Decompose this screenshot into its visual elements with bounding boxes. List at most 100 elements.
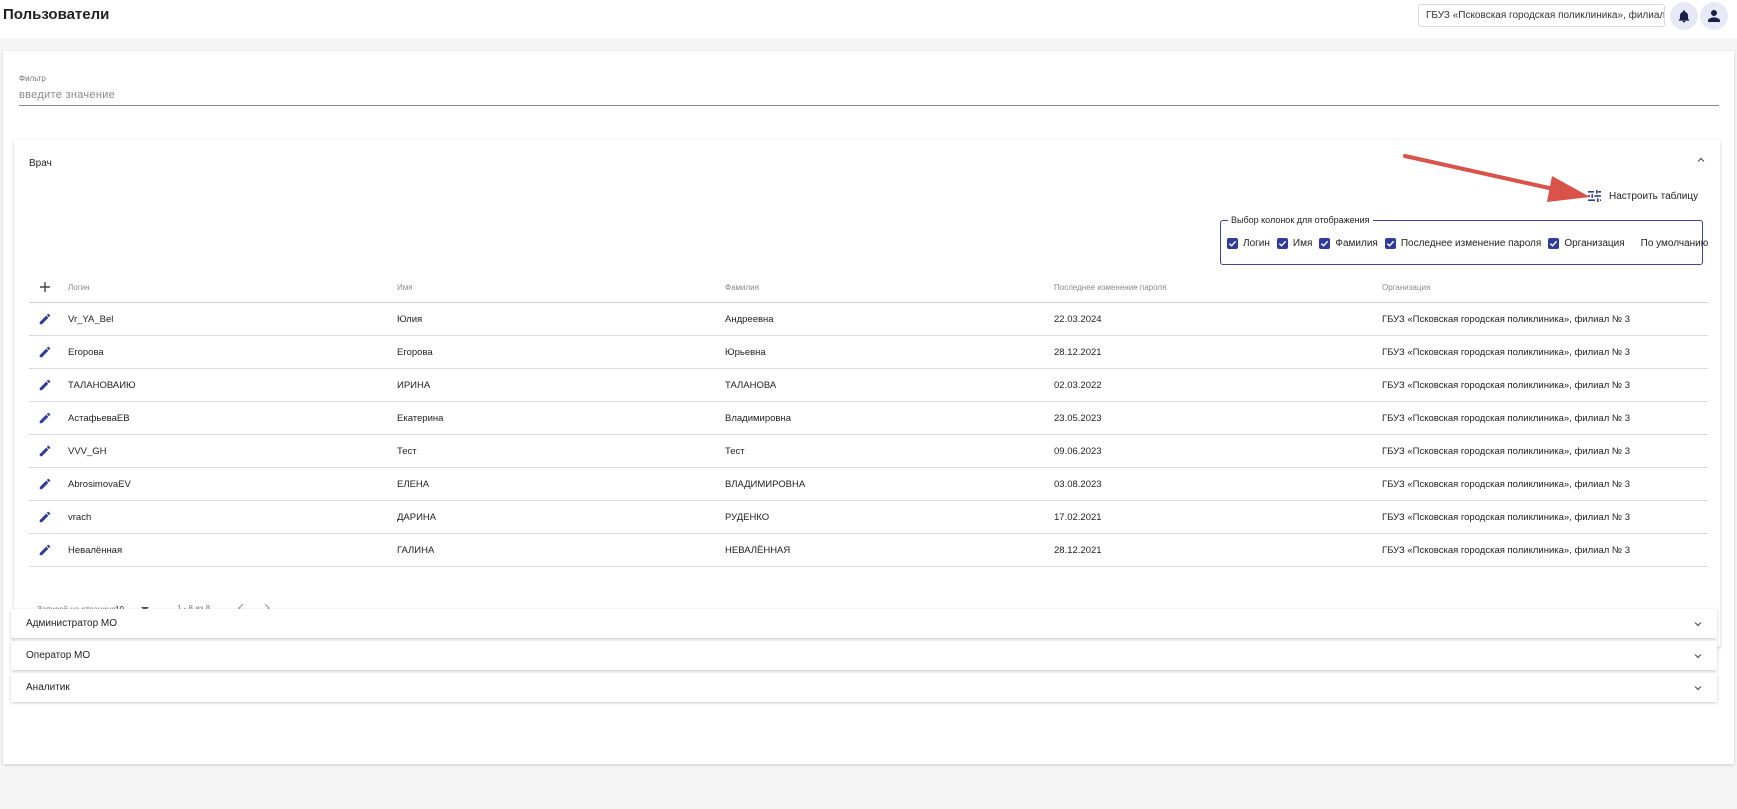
cell-login: AbrosimovaEV	[68, 479, 131, 490]
cell-surname: Юрьевна	[725, 347, 766, 358]
top-bar: Пользователи ГБУЗ «Псковская городская п…	[0, 0, 1737, 38]
table-row: Невалённая ГАЛИНА НЕВАЛЁННАЯ 28.12.2021 ГБУЗ…	[29, 534, 1708, 567]
table-body: Vr_YA_Bel Юлия Андреевна 22.03.2024 ГБУЗ «Пс…	[29, 303, 1708, 567]
cell-surname: РУДЕНКО	[725, 512, 770, 523]
column-checkbox-label: Логин	[1243, 238, 1270, 249]
cell-login: АстафьеваЕВ	[68, 413, 130, 424]
table-row: ТАЛАНОВАИЮ ИРИНА ТАЛАНОВА 02.03.2022 ГБУЗ «П…	[29, 369, 1708, 402]
cell-name: Тест	[397, 446, 417, 457]
edit-icon[interactable]	[38, 444, 52, 458]
panel-analyst[interactable]: Аналитик	[11, 673, 1717, 702]
cell-surname: ТАЛАНОВА	[725, 380, 777, 391]
tune-icon	[1588, 190, 1601, 202]
chevron-down-icon[interactable]	[1693, 651, 1703, 661]
header-password-change[interactable]: Последнее изменение пароля	[1054, 283, 1166, 292]
configure-table-button[interactable]: Настроить таблицу	[1588, 190, 1698, 202]
add-icon[interactable]	[38, 280, 52, 294]
reset-defaults-button[interactable]: По умолчанию	[1641, 238, 1709, 249]
cell-organization: ГБУЗ «Псковская городская поликлиника», …	[1382, 545, 1631, 556]
cell-surname: ВЛАДИМИРОВНА	[725, 479, 806, 490]
panel-title: Аналитик	[26, 682, 70, 693]
panel-operator-mo[interactable]: Оператор МО	[11, 641, 1717, 670]
cell-name: Екатерина	[397, 413, 444, 424]
chevron-down-icon[interactable]	[1693, 619, 1703, 629]
column-options: Логин Имя Фамилия Последнее изменение па…	[1227, 238, 1708, 249]
edit-icon[interactable]	[38, 477, 52, 491]
cell-organization: ГБУЗ «Псковская городская поликлиника», …	[1382, 347, 1631, 358]
cell-organization: ГБУЗ «Псковская городская поликлиника», …	[1382, 380, 1631, 391]
cell-name: ДАРИНА	[397, 512, 437, 523]
table-row: vrach ДАРИНА РУДЕНКО 17.02.2021 ГБУЗ «Псковс…	[29, 501, 1708, 534]
cell-password-change: 02.03.2022	[1054, 380, 1102, 391]
cell-password-change: 28.12.2021	[1054, 545, 1102, 556]
table-row: АстафьеваЕВ Екатерина Владимировна 23.05.20…	[29, 402, 1708, 435]
table-header: Логин Имя Фамилия Последнее изменение па…	[29, 273, 1708, 303]
cell-password-change: 23.05.2023	[1054, 413, 1102, 424]
filter-field[interactable]: Фильтр	[19, 74, 1719, 106]
user-icon	[1708, 10, 1720, 22]
cell-name: ГАЛИНА	[397, 545, 435, 556]
chevron-down-icon[interactable]	[1693, 683, 1703, 693]
cell-organization: ГБУЗ «Псковская городская поликлиника», …	[1382, 413, 1631, 424]
panel-title: Администратор МО	[26, 618, 118, 629]
table-row: AbrosimovaEV ЕЛЕНА ВЛАДИМИРОВНА 03.08.2023 Г…	[29, 468, 1708, 501]
notifications-button[interactable]	[1670, 2, 1698, 30]
header-organization[interactable]: Организация	[1382, 283, 1430, 292]
column-checkbox-label: Фамилия	[1335, 238, 1378, 249]
header-name[interactable]: Имя	[397, 283, 413, 292]
cell-surname: Тест	[725, 446, 745, 457]
cell-organization: ГБУЗ «Псковская городская поликлиника», …	[1382, 446, 1631, 457]
cell-name: ИРИНА	[397, 380, 431, 391]
cell-login: Невалённая	[68, 545, 123, 556]
table-row: Егорова Егорова Юрьевна 28.12.2021 ГБУЗ «Пск…	[29, 336, 1708, 369]
edit-icon[interactable]	[38, 411, 52, 425]
cell-login: ТАЛАНОВАИЮ	[68, 380, 136, 391]
column-checkbox-name[interactable]: Имя	[1276, 238, 1313, 249]
cell-password-change: 03.08.2023	[1054, 479, 1102, 490]
cell-organization: ГБУЗ «Псковская городская поликлиника», …	[1382, 314, 1631, 325]
cell-login: vrach	[68, 512, 92, 523]
column-checkbox-password-change[interactable]: Последнее изменение пароля	[1384, 238, 1542, 249]
edit-icon[interactable]	[38, 312, 52, 326]
column-checkbox-label: Имя	[1292, 238, 1313, 249]
cell-password-change: 22.03.2024	[1054, 314, 1102, 325]
column-checkbox-label: Последнее изменение пароля	[1400, 238, 1542, 249]
cell-name: Егорова	[397, 347, 433, 358]
cell-password-change: 28.12.2021	[1054, 347, 1102, 358]
organization-selector[interactable]: ГБУЗ «Псковская городская поликлиника», …	[1418, 4, 1665, 27]
cell-organization: ГБУЗ «Псковская городская поликлиника», …	[1382, 512, 1631, 523]
configure-table-label: Настроить таблицу	[1609, 190, 1699, 202]
cell-login: VVV_GH	[68, 446, 107, 457]
panel-admin-mo[interactable]: Администратор МО	[11, 609, 1717, 638]
page-title: Пользователи	[3, 6, 110, 23]
column-checkbox-login[interactable]: Логин	[1227, 238, 1270, 249]
column-selector-legend: Выбор колонок для отображения	[1228, 215, 1373, 225]
users-table: Логин Имя Фамилия Последнее изменение па…	[29, 273, 1708, 567]
edit-icon[interactable]	[38, 378, 52, 392]
checkbox-checked-icon	[1384, 238, 1396, 249]
cell-organization: ГБУЗ «Псковская городская поликлиника», …	[1382, 479, 1631, 490]
cell-password-change: 17.02.2021	[1054, 512, 1102, 523]
checkbox-checked-icon	[1227, 238, 1238, 249]
chevron-up-icon[interactable]	[1696, 155, 1706, 165]
checkbox-checked-icon	[1319, 238, 1331, 249]
cell-login: Егорова	[68, 347, 104, 358]
header-surname[interactable]: Фамилия	[725, 283, 759, 292]
panel-doctor: Врач Настроить таблицу Выбор колонок для…	[14, 140, 1720, 647]
column-checkbox-surname[interactable]: Фамилия	[1319, 238, 1378, 249]
filter-input[interactable]	[19, 86, 1709, 104]
edit-icon[interactable]	[38, 510, 52, 524]
cell-name: Юлия	[397, 314, 423, 325]
panel-doctor-title[interactable]: Врач	[29, 158, 52, 169]
table-row: VVV_GH Тест Тест 09.06.2023 ГБУЗ «Псковская …	[29, 435, 1708, 468]
column-selector: Выбор колонок для отображения Логин Имя …	[1220, 215, 1708, 265]
panel-title: Оператор МО	[26, 650, 91, 661]
user-menu-button[interactable]	[1700, 2, 1728, 30]
checkbox-checked-icon	[1548, 238, 1560, 249]
cell-surname: Андреевна	[725, 314, 774, 325]
edit-icon[interactable]	[38, 345, 52, 359]
header-login[interactable]: Логин	[68, 283, 90, 292]
edit-icon[interactable]	[38, 543, 52, 557]
column-checkbox-organization[interactable]: Организация	[1548, 238, 1625, 249]
cell-password-change: 09.06.2023	[1054, 446, 1102, 457]
